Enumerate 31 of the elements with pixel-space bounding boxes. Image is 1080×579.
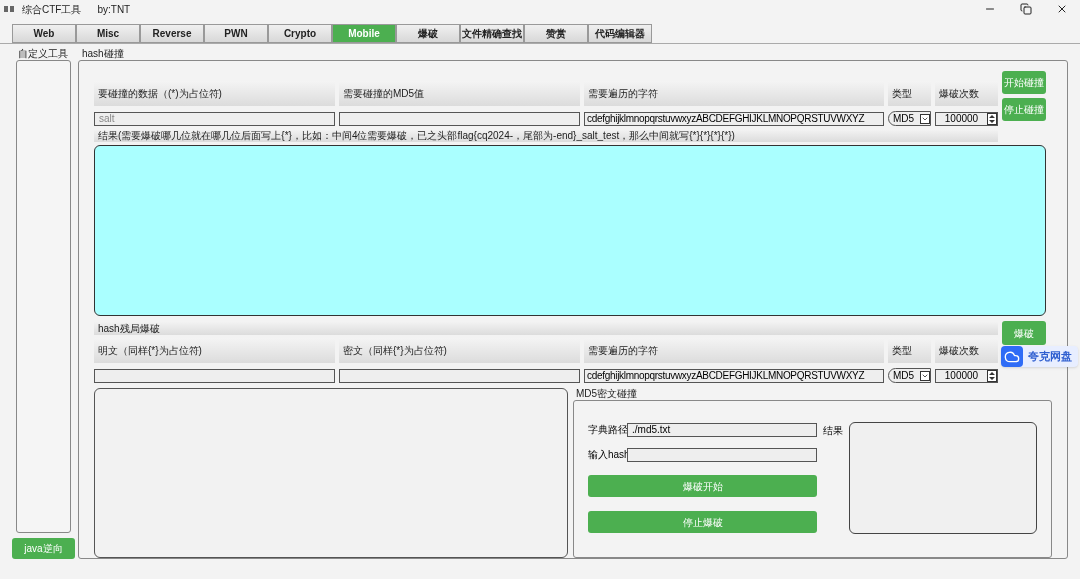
tab[interactable]: 赞赏: [524, 24, 588, 43]
spinbox-value: 100000: [943, 112, 980, 126]
field-label: 结果: [823, 424, 843, 438]
charset-field[interactable]: cdefghijklmnopqrstuvwxyzABCDEFGHIJKLMNOPQRSTUVWXYZ: [584, 111, 884, 126]
charset-field[interactable]: cdefghijklmnopqrstuvwxyzABCDEFGHIJKLMNOPQRSTUVWXYZ: [584, 368, 884, 383]
type-dropdown[interactable]: MD5: [888, 368, 931, 383]
tab[interactable]: 文件精确查找: [460, 24, 524, 43]
tab[interactable]: Web: [12, 24, 76, 43]
cloud-drive-toast[interactable]: 夸克网盘: [1001, 346, 1078, 367]
group-title: hash碰撞: [82, 48, 125, 60]
result-hint: 结果(需要爆破哪几位就在哪几位后面写上{*}，比如：中间4位需要爆破，已之头部flag{cq2024-，尾部为-end}_salt_test，那么中间就写{*}{*}{*}{*}): [94, 129, 998, 142]
tab[interactable]: Crypto: [268, 24, 332, 43]
count-spinbox[interactable]: 100000: [935, 368, 998, 383]
dropdown-value: MD5: [893, 112, 915, 126]
section-title: hash残局爆破: [94, 321, 998, 335]
dropdown-value: MD5: [893, 369, 915, 383]
window-title: 综合CTF工具: [22, 2, 82, 17]
type-dropdown[interactable]: MD5: [888, 111, 931, 126]
tab[interactable]: Misc: [76, 24, 140, 43]
tab[interactable]: 爆破: [396, 24, 460, 43]
widget-label: 夸克网盘: [1028, 349, 1072, 365]
group-title: MD5密文碰撞: [576, 388, 639, 400]
spinbox-value: 100000: [943, 369, 980, 383]
tab[interactable]: PWN: [204, 24, 268, 43]
window-author: by:TNT: [97, 2, 131, 17]
tab[interactable]: Reverse: [140, 24, 204, 43]
tab[interactable]: 代码编辑器: [588, 24, 652, 43]
data-field[interactable]: salt: [94, 111, 335, 126]
count-spinbox[interactable]: 100000: [935, 111, 998, 126]
dict-path-field[interactable]: ./md5.txt: [627, 422, 817, 437]
group-title: 自定义工具: [18, 48, 69, 60]
